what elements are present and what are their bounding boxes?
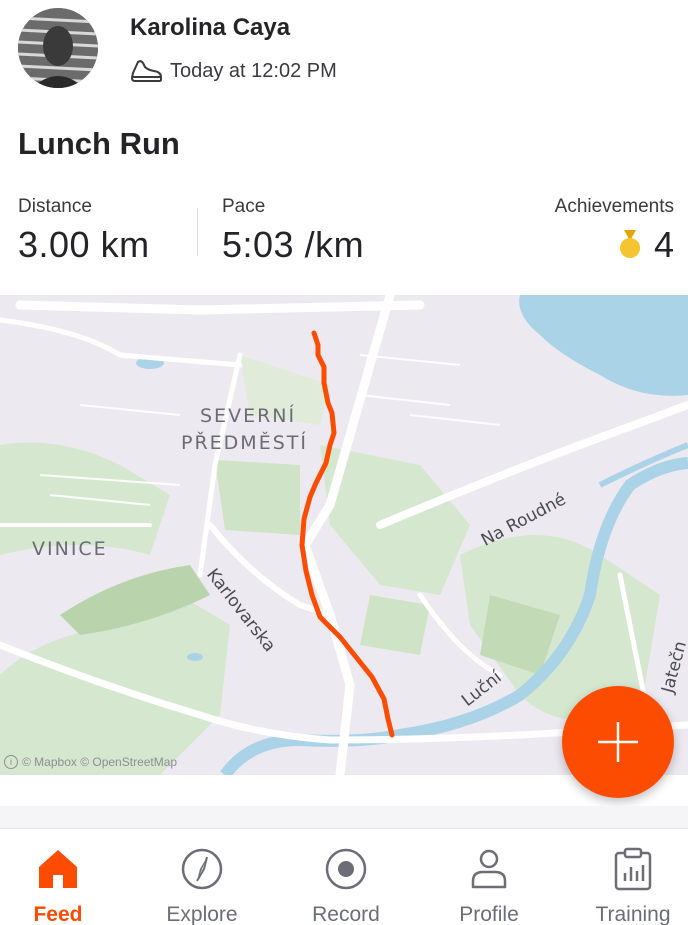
shoe-icon [131, 60, 162, 82]
activity-title[interactable]: Lunch Run [18, 126, 180, 162]
tab-label-feed: Feed [33, 903, 83, 925]
pace-label: Pace [222, 196, 266, 217]
medal-icon [619, 230, 640, 258]
distance-value: 3.00 km [18, 224, 150, 265]
person-icon [471, 849, 507, 889]
clipboard-chart-icon [614, 847, 652, 891]
activity-feed-screen: Karolina Caya Today at 12:02 PM Lunch Ru… [0, 0, 688, 925]
activity-timestamp: Today at 12:02 PM [170, 59, 337, 82]
tab-label-record: Record [312, 903, 380, 925]
achievements-label: Achievements [554, 196, 674, 217]
bottom-tab-bar: Feed Explore Record Profile Training [0, 828, 688, 925]
tab-feed[interactable]: Feed [0, 829, 123, 925]
map-attribution[interactable]: i © Mapbox © OpenStreetMap [4, 755, 177, 769]
distance-stat: Distance 3.00 km [18, 196, 150, 266]
pace-value: 5:03 /km [222, 224, 365, 265]
achievements-count: 4 [653, 224, 674, 265]
attribution-text: © Mapbox © OpenStreetMap [22, 755, 178, 769]
record-icon [325, 848, 367, 890]
tab-profile[interactable]: Profile [424, 829, 554, 925]
add-activity-button[interactable] [562, 686, 674, 798]
compass-icon [181, 848, 223, 890]
activity-meta: Today at 12:02 PM [130, 56, 337, 86]
tab-label-training: Training [595, 903, 671, 925]
avatar[interactable] [18, 8, 98, 88]
feed-separator [0, 806, 688, 828]
pace-stat: Pace 5:03 /km [222, 196, 364, 266]
tab-training[interactable]: Training [568, 829, 688, 925]
distance-label: Distance [18, 196, 92, 217]
tab-label-explore: Explore [166, 903, 238, 925]
info-icon[interactable]: i [4, 755, 18, 769]
district-label-predmesti: PŘEDMĚSTÍ [181, 432, 308, 454]
tab-record[interactable]: Record [281, 829, 411, 925]
tab-explore[interactable]: Explore [137, 829, 267, 925]
home-icon [39, 850, 77, 888]
achievements-stat[interactable]: Achievements 4 [555, 196, 674, 266]
district-label-vinice: VINICE [32, 538, 108, 560]
district-label-severni: SEVERNÍ [200, 405, 297, 427]
stat-divider [197, 208, 198, 256]
tab-label-profile: Profile [459, 903, 519, 925]
athlete-name[interactable]: Karolina Caya [130, 14, 290, 42]
plus-icon [598, 722, 638, 762]
